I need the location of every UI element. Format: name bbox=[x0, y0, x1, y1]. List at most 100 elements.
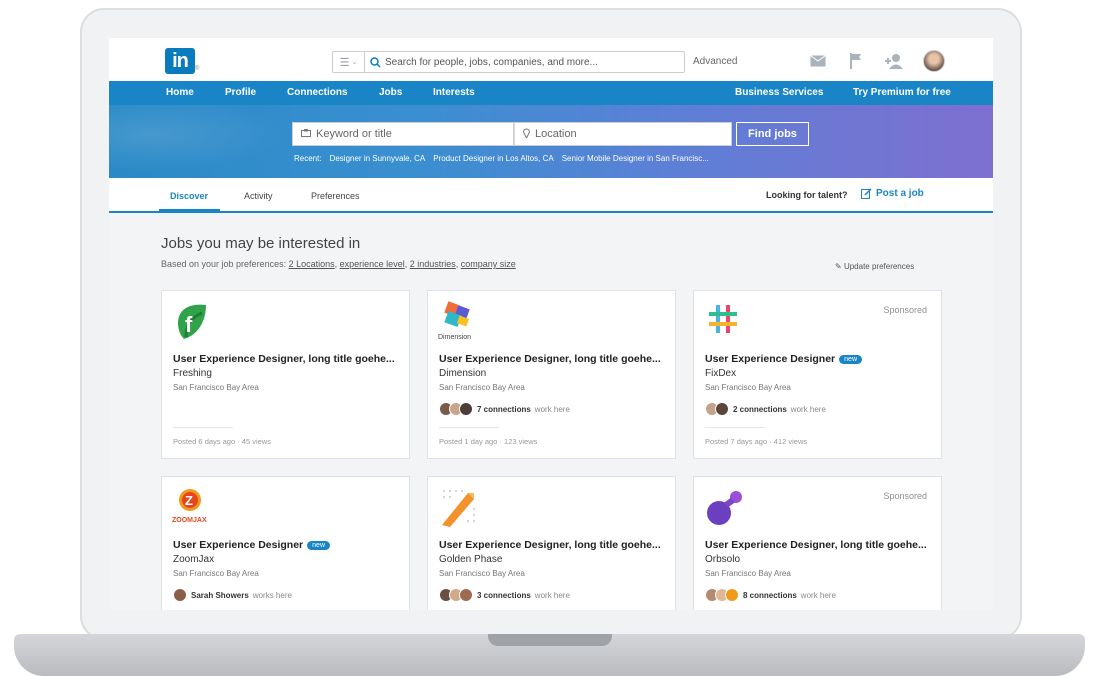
job-location: San Francisco Bay Area bbox=[705, 383, 791, 392]
connection-name: Sarah Showers bbox=[191, 590, 249, 600]
connections-count: 7 connections bbox=[477, 404, 531, 414]
connections-suffix: work here bbox=[800, 590, 836, 600]
avatar bbox=[725, 588, 739, 602]
job-title[interactable]: User Experience Designer, long title goe… bbox=[705, 539, 927, 551]
company-name[interactable]: Orbsolo bbox=[705, 554, 740, 565]
job-card[interactable]: Sponsored User Experience Designer new Fi… bbox=[693, 290, 942, 459]
location-pin-icon bbox=[522, 128, 531, 140]
connection-avatars bbox=[439, 402, 473, 416]
location-field[interactable] bbox=[514, 122, 732, 146]
main-nav: Home Profile Connections Jobs Interests … bbox=[109, 81, 993, 105]
preference-link-industries[interactable]: 2 industries bbox=[410, 259, 456, 269]
job-title-text: User Experience Designer bbox=[705, 353, 836, 365]
nav-connections[interactable]: Connections bbox=[287, 87, 348, 98]
job-title-text: User Experience Designer bbox=[173, 539, 304, 551]
nav-business-services[interactable]: Business Services bbox=[735, 87, 823, 98]
post-job-link[interactable]: Post a job bbox=[861, 188, 924, 199]
location-input[interactable] bbox=[535, 128, 715, 140]
search-input[interactable] bbox=[385, 56, 675, 68]
search-category-dropdown[interactable]: ☰ ⌄ bbox=[333, 52, 365, 72]
company-name[interactable]: Dimension bbox=[439, 368, 486, 379]
job-title[interactable]: User Experience Designer new bbox=[173, 539, 330, 551]
preference-link-locations[interactable]: 2 Locations bbox=[289, 259, 335, 269]
jobs-content: Jobs you may be interested in Based on y… bbox=[109, 213, 993, 610]
messages-icon[interactable] bbox=[809, 52, 827, 70]
avatar bbox=[459, 402, 473, 416]
tab-preferences[interactable]: Preferences bbox=[311, 191, 360, 201]
recent-search-item[interactable]: Product Designer in Los Altos, CA bbox=[433, 154, 554, 163]
preferences-prefix: Based on your job preferences: bbox=[161, 259, 287, 269]
advanced-search-link[interactable]: Advanced bbox=[693, 56, 737, 67]
profile-avatar[interactable] bbox=[923, 50, 945, 72]
nav-jobs[interactable]: Jobs bbox=[379, 87, 402, 98]
add-connections-icon[interactable] bbox=[885, 52, 903, 70]
dimension-logo-text: Dimension bbox=[438, 334, 472, 341]
laptop-notch bbox=[488, 634, 612, 646]
tab-discover[interactable]: Discover bbox=[170, 191, 208, 201]
job-title-text: User Experience Designer, long title goe… bbox=[439, 353, 661, 365]
keyword-input[interactable] bbox=[316, 128, 496, 140]
recent-search-item[interactable]: Senior Mobile Designer in San Francisc..… bbox=[562, 154, 709, 163]
svg-text:f: f bbox=[185, 312, 193, 337]
avatar bbox=[715, 402, 729, 416]
linkedin-logo[interactable]: in bbox=[165, 48, 195, 74]
job-title-text: User Experience Designer, long title goe… bbox=[705, 539, 927, 551]
preference-link-experience[interactable]: experience level bbox=[340, 259, 405, 269]
dimension-logo: Dimension bbox=[438, 301, 478, 343]
connections-info[interactable]: 3 connections work here bbox=[439, 588, 570, 602]
golden-phase-logo bbox=[438, 487, 478, 529]
recent-search-item[interactable]: Designer in Sunnyvale, CA bbox=[330, 154, 426, 163]
posted-info: Posted 7 days ago · 412 views bbox=[705, 437, 808, 446]
job-location: San Francisco Bay Area bbox=[173, 383, 259, 392]
card-divider bbox=[439, 427, 499, 428]
zoomjax-logo: Z ZOOMJAX bbox=[172, 487, 212, 529]
search-bar: ☰ ⌄ bbox=[332, 51, 685, 73]
posted-info: Posted 6 days ago · 45 views bbox=[173, 437, 271, 446]
card-divider bbox=[705, 427, 765, 428]
preference-link-company-size[interactable]: company size bbox=[461, 259, 516, 269]
new-badge: new bbox=[307, 540, 330, 550]
job-title[interactable]: User Experience Designer, long title goe… bbox=[173, 353, 395, 365]
company-name[interactable]: Golden Phase bbox=[439, 554, 502, 565]
update-preferences-label: Update preferences bbox=[843, 262, 915, 271]
chevron-down-icon: ⌄ bbox=[351, 59, 358, 66]
job-card[interactable]: Sponsored User Experience Designer, long… bbox=[693, 476, 942, 610]
job-title[interactable]: User Experience Designer, long title goe… bbox=[439, 353, 661, 365]
card-divider bbox=[173, 427, 233, 428]
new-badge: new bbox=[839, 354, 862, 364]
keyword-field[interactable] bbox=[292, 122, 514, 146]
nav-try-premium[interactable]: Try Premium for free bbox=[853, 87, 951, 98]
avatar bbox=[459, 588, 473, 602]
connections-suffix: work here bbox=[790, 404, 826, 414]
job-card[interactable]: Dimension User Experience Designer, long… bbox=[427, 290, 676, 459]
connections-info[interactable]: 8 connections work here bbox=[705, 588, 836, 602]
job-card[interactable]: Z ZOOMJAX User Experience Designer new Zo… bbox=[161, 476, 410, 610]
top-bar: in ® ☰⌄ Advanced bbox=[109, 38, 993, 81]
notifications-flag-icon[interactable] bbox=[847, 52, 865, 70]
nav-interests[interactable]: Interests bbox=[433, 87, 475, 98]
connections-info[interactable]: 7 connections work here bbox=[439, 402, 570, 416]
company-name[interactable]: Freshing bbox=[173, 368, 212, 379]
looking-for-talent-label: Looking for talent? bbox=[766, 190, 848, 200]
job-title[interactable]: User Experience Designer, long title goe… bbox=[439, 539, 661, 551]
job-title[interactable]: User Experience Designer new bbox=[705, 353, 862, 365]
jobs-tabs: Discover Activity Preferences Looking fo… bbox=[109, 178, 993, 213]
find-jobs-button[interactable]: Find jobs bbox=[736, 122, 809, 146]
update-preferences-link[interactable]: ✎ Update preferences bbox=[835, 262, 914, 271]
company-name[interactable]: FixDex bbox=[705, 368, 736, 379]
job-card[interactable]: User Experience Designer, long title goe… bbox=[427, 476, 676, 610]
nav-home[interactable]: Home bbox=[166, 87, 194, 98]
job-card[interactable]: f User Experience Designer, long title g… bbox=[161, 290, 410, 459]
connections-info[interactable]: Sarah Showers works here bbox=[173, 588, 292, 602]
company-name[interactable]: ZoomJax bbox=[173, 554, 214, 565]
connection-avatars bbox=[705, 402, 729, 416]
job-search-hero: Find jobs Recent: Designer in Sunnyvale,… bbox=[109, 105, 993, 178]
job-title-text: User Experience Designer, long title goe… bbox=[439, 539, 661, 551]
tab-activity[interactable]: Activity bbox=[244, 191, 273, 201]
connections-info[interactable]: 2 connections work here bbox=[705, 402, 826, 416]
recent-searches: Recent: Designer in Sunnyvale, CA Produc… bbox=[294, 154, 709, 163]
search-icon[interactable] bbox=[365, 56, 385, 68]
nav-profile[interactable]: Profile bbox=[225, 87, 256, 98]
recent-label: Recent: bbox=[294, 154, 322, 163]
post-job-label: Post a job bbox=[876, 188, 924, 199]
